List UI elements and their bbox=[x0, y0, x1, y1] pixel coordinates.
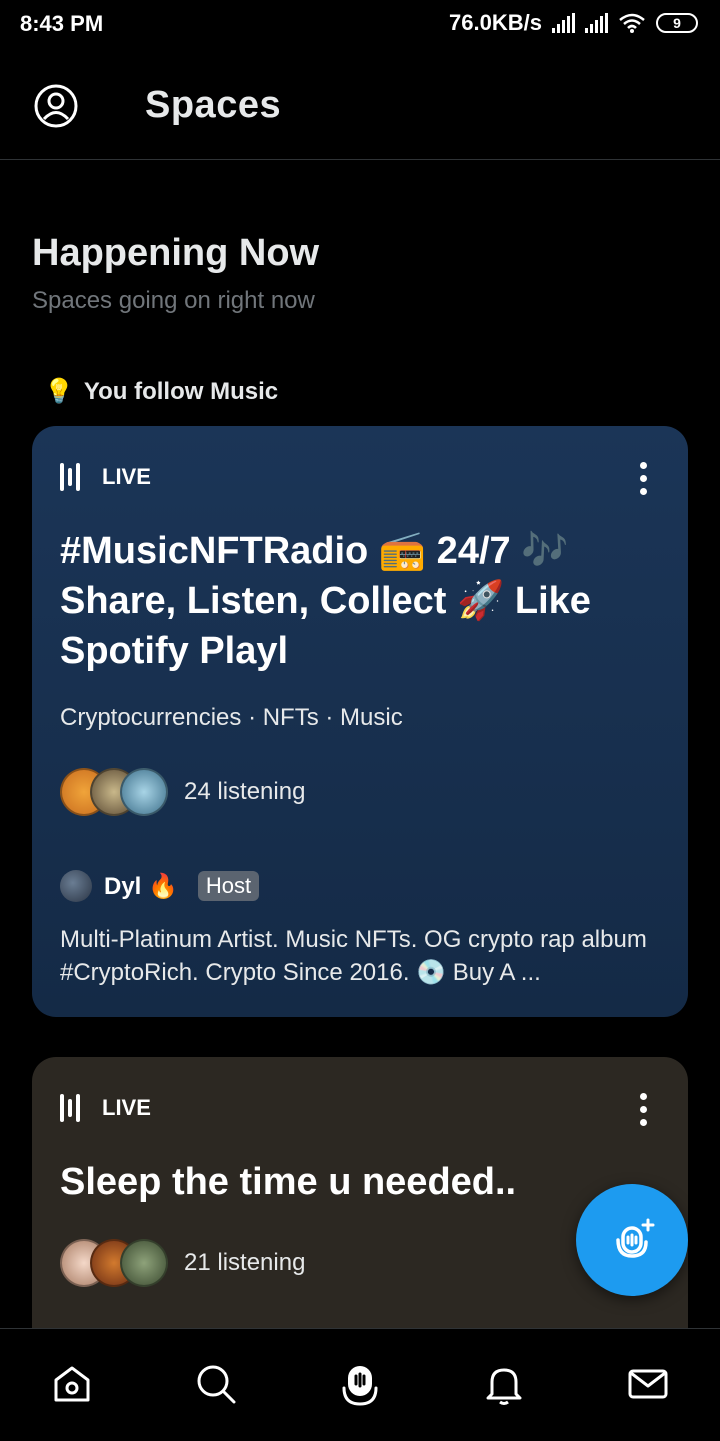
mic-plus-icon bbox=[616, 1218, 655, 1258]
space-card[interactable]: LIVE #MusicNFTRadio 📻 24/7 🎶 Share, List… bbox=[32, 426, 688, 1017]
lightbulb-icon: 💡 bbox=[44, 378, 74, 405]
section-subtitle: Spaces going on right now bbox=[32, 287, 315, 314]
wifi-icon bbox=[619, 13, 645, 33]
signal-icon-2 bbox=[585, 13, 608, 33]
space-topics: Cryptocurrencies · NFTs · Music bbox=[60, 704, 403, 731]
more-options-icon[interactable] bbox=[640, 1093, 648, 1132]
follow-hint: 💡 You follow Music bbox=[44, 377, 278, 406]
live-bars-icon bbox=[60, 462, 80, 492]
listener-count: 21 listening bbox=[184, 1249, 306, 1276]
host-name: Dyl 🔥 bbox=[104, 872, 178, 900]
battery-icon: 9 bbox=[656, 13, 698, 33]
search-icon bbox=[197, 1365, 236, 1404]
status-right: 76.0KB/s 9 bbox=[449, 10, 698, 36]
notifications-icon bbox=[486, 1368, 522, 1405]
listener-count: 24 listening bbox=[184, 778, 306, 805]
listeners-row: 24 listening bbox=[60, 768, 305, 816]
profile-icon bbox=[34, 84, 78, 128]
network-speed: 76.0KB/s bbox=[449, 10, 542, 35]
host-avatar bbox=[60, 870, 92, 902]
bottom-navigation bbox=[0, 1328, 720, 1441]
host-bio: Multi-Platinum Artist. Music NFTs. OG cr… bbox=[60, 926, 647, 986]
tab-notifications[interactable] bbox=[479, 1359, 529, 1409]
space-title: #MusicNFTRadio 📻 24/7 🎶 Share, Listen, C… bbox=[60, 530, 591, 672]
listeners-row: 21 listening bbox=[60, 1239, 305, 1287]
top-bar: Spaces bbox=[0, 50, 720, 160]
profile-button[interactable] bbox=[34, 84, 78, 133]
home-icon bbox=[54, 1366, 90, 1402]
more-options-icon[interactable] bbox=[640, 462, 648, 501]
live-label: LIVE bbox=[102, 464, 151, 489]
spaces-icon bbox=[342, 1366, 378, 1406]
follow-hint-label: You follow Music bbox=[83, 377, 279, 405]
tab-messages[interactable] bbox=[623, 1359, 673, 1409]
signal-icon bbox=[552, 13, 575, 33]
live-indicator: LIVE bbox=[60, 1093, 151, 1123]
listener-avatar bbox=[120, 768, 168, 816]
live-indicator: LIVE bbox=[60, 462, 151, 492]
tab-spaces[interactable] bbox=[335, 1359, 385, 1409]
page-title: Spaces bbox=[145, 84, 282, 126]
status-bar: 8:43 PM 76.0KB/s 9 bbox=[0, 0, 720, 50]
host-row: Dyl 🔥 Host bbox=[60, 870, 260, 902]
listener-avatar bbox=[120, 1239, 168, 1287]
tab-search[interactable] bbox=[191, 1359, 241, 1409]
create-space-button[interactable] bbox=[576, 1184, 688, 1296]
section-title: Happening Now bbox=[32, 232, 320, 274]
tab-home[interactable] bbox=[47, 1359, 97, 1409]
host-badge: Host bbox=[197, 871, 260, 901]
status-time: 8:43 PM bbox=[20, 11, 104, 36]
space-title: Sleep the time u needed.. bbox=[60, 1161, 517, 1203]
battery-level: 9 bbox=[673, 15, 681, 31]
live-bars-icon bbox=[60, 1093, 80, 1123]
live-label: LIVE bbox=[102, 1095, 151, 1120]
messages-icon bbox=[628, 1369, 668, 1399]
